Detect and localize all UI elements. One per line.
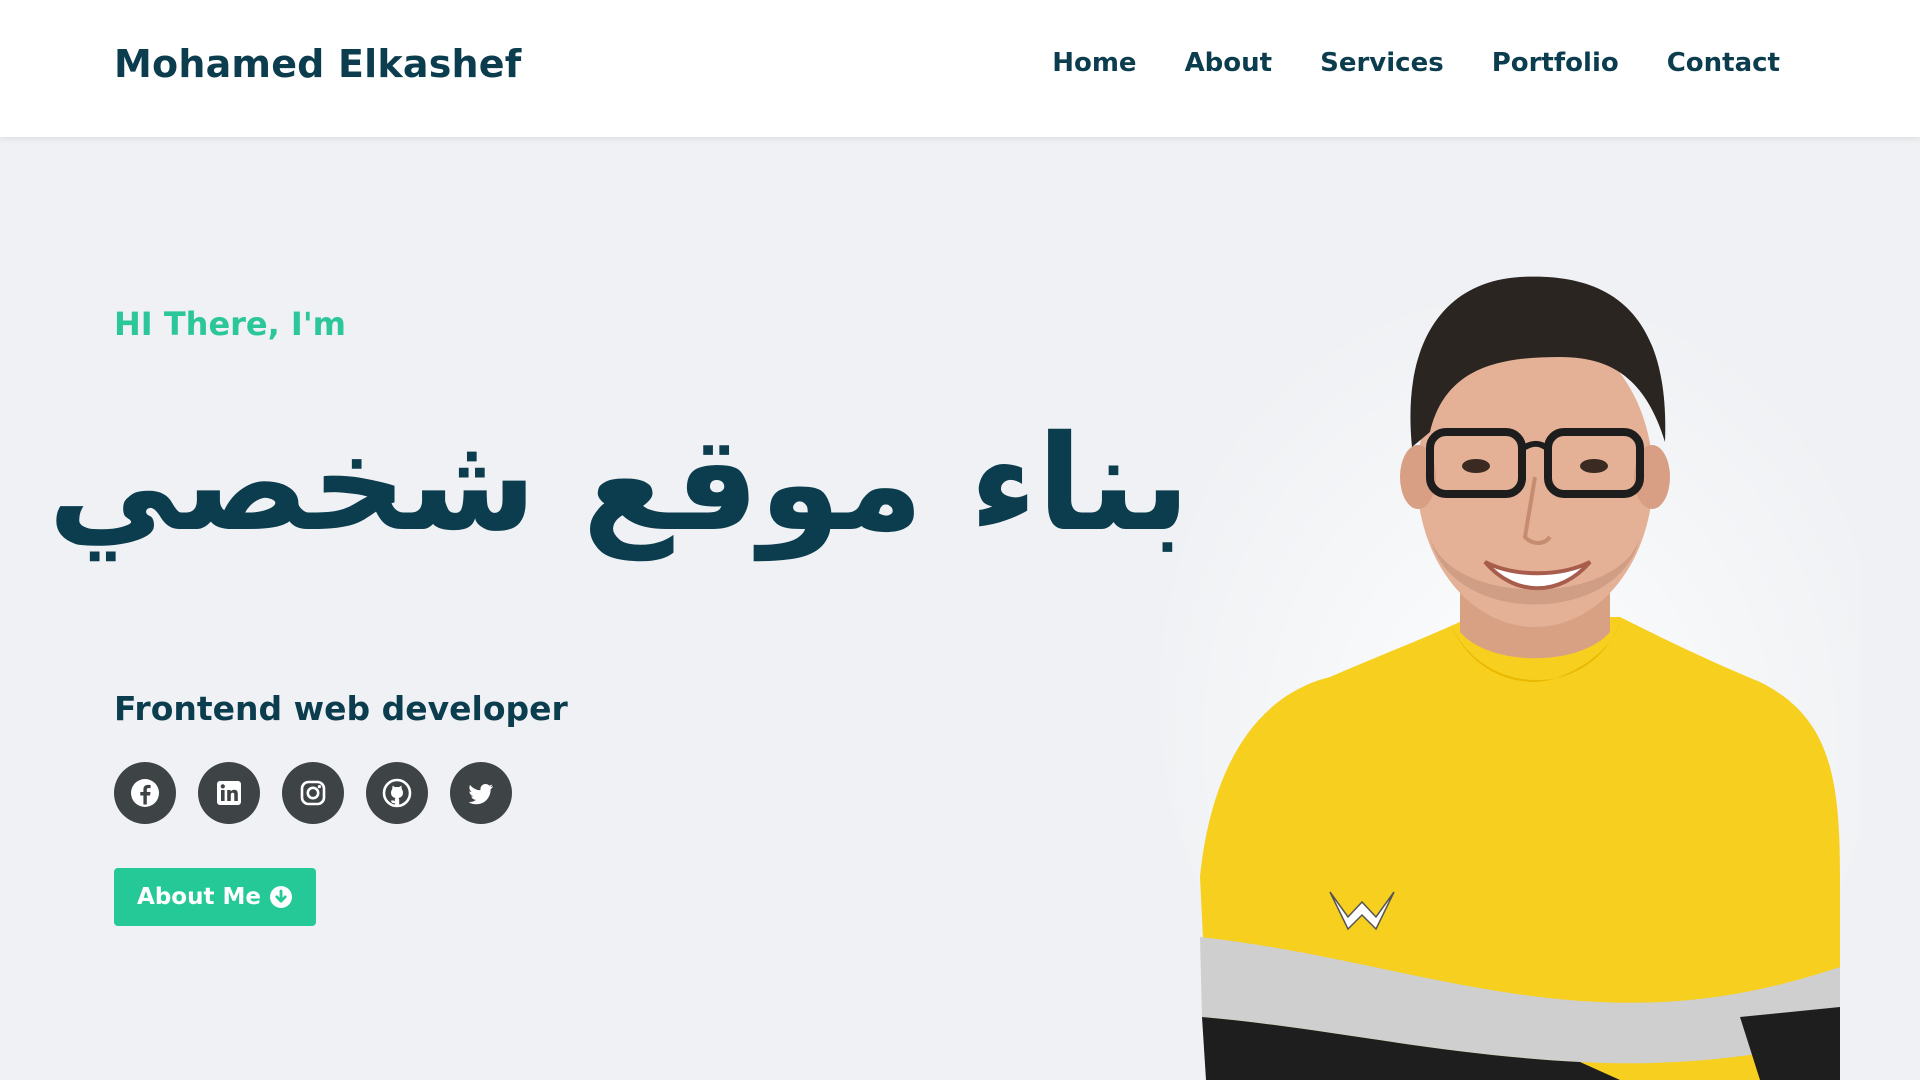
nav-menu: Home About Services Portfolio Contact [1052, 48, 1780, 78]
hero-section: HI There, I'm بناء موقع شخصي Frontend we… [0, 137, 1920, 1080]
hero-role: Frontend web developer [114, 689, 568, 728]
nav-item-about[interactable]: About [1185, 48, 1273, 78]
about-me-button[interactable]: About Me [114, 868, 316, 926]
profile-photo [1160, 276, 1860, 1080]
instagram-icon [300, 780, 326, 806]
linkedin-link[interactable] [198, 762, 260, 824]
twitter-link[interactable] [450, 762, 512, 824]
linkedin-icon [217, 781, 241, 805]
hero-headline: بناء موقع شخصي [47, 407, 1190, 561]
nav-item-home[interactable]: Home [1052, 48, 1136, 78]
twitter-icon [468, 784, 493, 805]
instagram-link[interactable] [282, 762, 344, 824]
nav-item-contact[interactable]: Contact [1667, 48, 1780, 78]
facebook-link[interactable] [114, 762, 176, 824]
navbar: Mohamed Elkashef Home About Services Por… [0, 0, 1920, 137]
nav-item-services[interactable]: Services [1320, 48, 1444, 78]
hero-greeting: HI There, I'm [114, 305, 346, 343]
github-link[interactable] [366, 762, 428, 824]
about-me-button-label: About Me [137, 884, 261, 910]
arrow-circle-down-icon [269, 886, 292, 908]
nav-item-portfolio[interactable]: Portfolio [1492, 48, 1619, 78]
brand-logo[interactable]: Mohamed Elkashef [114, 42, 522, 86]
facebook-icon [131, 779, 159, 807]
social-links [114, 762, 512, 824]
github-icon [382, 778, 412, 808]
